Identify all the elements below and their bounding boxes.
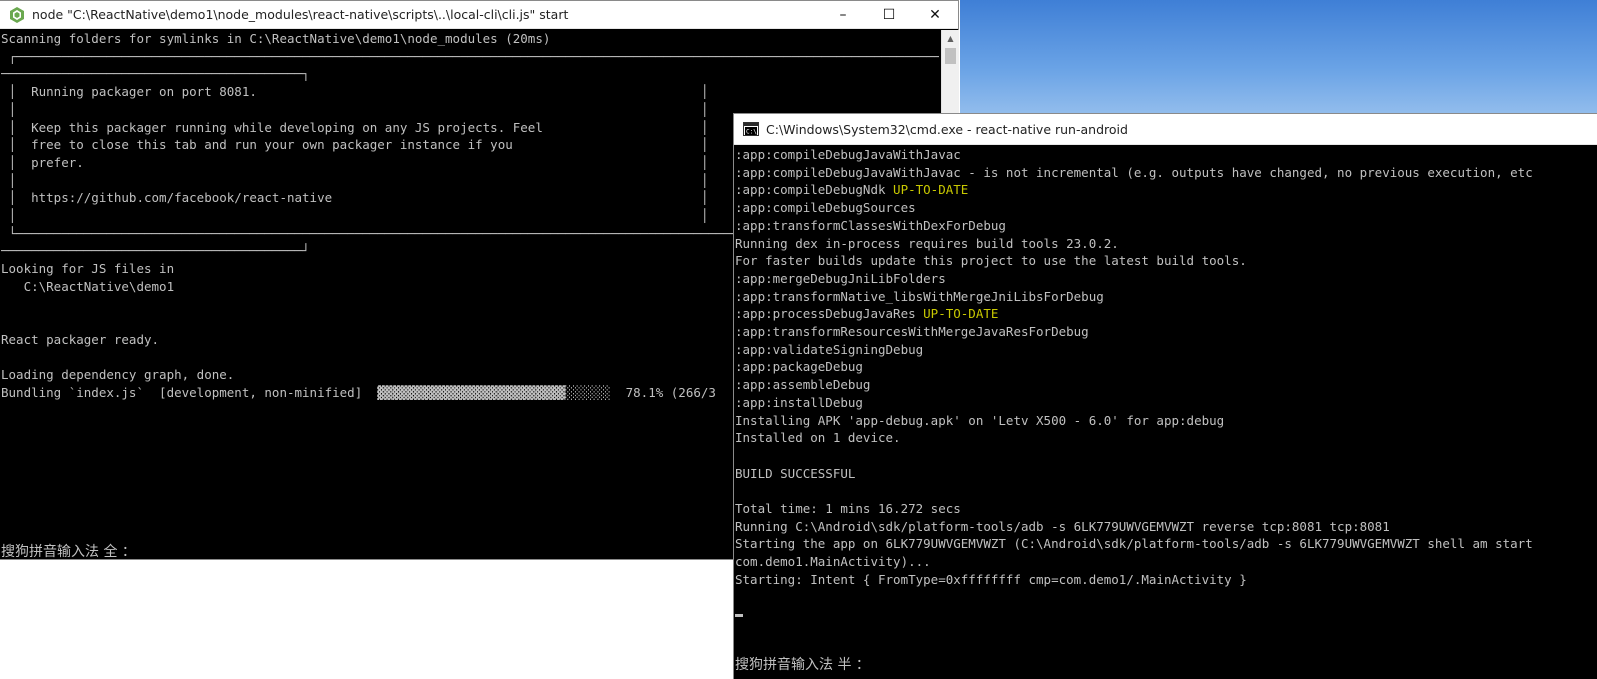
console-line: Starting: Intent { FromType=0xffffffff c… (735, 571, 1597, 589)
status-up-to-date: UP-TO-DATE (893, 182, 969, 198)
console-line-text: :app:transformNative_libsWithMergeJniLib… (735, 288, 1104, 304)
cmd-window-title: C:\Windows\System32\cmd.exe - react-nati… (766, 121, 1128, 137)
console-line: :app:compileDebugNdk UP-TO-DATE (735, 181, 1597, 199)
console-line-text: :app:packageDebug (735, 359, 863, 375)
console-line: :app:transformResourcesWithMergeJavaResF… (735, 323, 1597, 341)
console-line: :app:compileDebugSources (735, 199, 1597, 217)
console-line: :app:validateSigningDebug (735, 341, 1597, 359)
console-line-text: :app:installDebug (735, 394, 863, 410)
console-line-text: :app:transformResourcesWithMergeJavaResF… (735, 324, 1089, 340)
console-line-text: Installing APK 'app-debug.apk' on 'Letv … (735, 412, 1225, 428)
node-ime-status: 搜狗拼音输入法 全 ： (1, 544, 136, 560)
console-line: For faster builds update this project to… (735, 252, 1597, 270)
console-line: ────────────────────────────────────────… (1, 66, 310, 82)
console-line: Starting the app on 6LK779UWVGEMVWZT (C:… (735, 535, 1597, 553)
console-cursor (735, 606, 1597, 624)
console-line-text: :app:compileDebugSources (735, 200, 916, 216)
console-line: Running C:\Android\sdk/platform-tools/ad… (735, 518, 1597, 536)
minimize-button[interactable]: – (820, 1, 866, 29)
cmd-icon: C:\ (743, 121, 759, 137)
console-line: com.demo1.MainActivity)... (735, 553, 1597, 571)
close-button[interactable]: ✕ (912, 1, 958, 29)
console-line: Total time: 1 mins 16.272 secs (735, 500, 1597, 518)
status-up-to-date: UP-TO-DATE (923, 306, 999, 322)
console-line: :app:packageDebug (735, 358, 1597, 376)
console-line: :app:transformNative_libsWithMergeJniLib… (735, 288, 1597, 306)
cmd-console-output[interactable]: :app:compileDebugJavaWithJavac :app:compi… (735, 146, 1597, 646)
node-window-title: node "C:\ReactNative\demo1\node_modules\… (32, 7, 569, 22)
cmd-window-titlebar[interactable]: C:\ C:\Windows\System32\cmd.exe - react-… (734, 114, 1597, 145)
console-line-text: com.demo1.MainActivity)... (735, 554, 931, 570)
console-line: Installing APK 'app-debug.apk' on 'Letv … (735, 412, 1597, 430)
console-line: BUILD SUCCESSFUL (735, 465, 1597, 483)
console-line: │ Running packager on port 8081. │ (1, 84, 709, 100)
console-line-text: :app:mergeDebugJniLibFolders (735, 270, 946, 286)
console-line-text: :app:transformClassesWithDexForDebug (735, 217, 1006, 233)
console-line-text: Total time: 1 mins 16.272 secs (735, 501, 961, 517)
maximize-button[interactable]: ☐ (866, 1, 912, 29)
console-line: :app:installDebug (735, 394, 1597, 412)
console-line-text: :app:compileDebugNdk (735, 182, 894, 198)
console-line-text: Running C:\Android\sdk/platform-tools/ad… (735, 518, 1390, 534)
console-line-text: :app:compileDebugJavaWithJavac - is not … (735, 164, 1533, 180)
console-line: ┌───────────────────────────────────────… (1, 48, 939, 64)
svg-text:C:\: C:\ (746, 129, 757, 136)
console-line: Running dex in-process requires build to… (735, 235, 1597, 253)
cmd-ime-status: 搜狗拼音输入法 半 ： (735, 657, 870, 673)
console-line-text: :app:validateSigningDebug (735, 341, 924, 357)
console-line-text: :app:processDebugJavaRes (735, 306, 924, 322)
console-line: :app:processDebugJavaRes UP-TO-DATE (735, 305, 1597, 323)
console-line-text: For faster builds update this project to… (735, 253, 1247, 269)
console-line: :app:compileDebugJavaWithJavac (735, 146, 1597, 164)
console-line: Scanning folders for symlinks in C:\Reac… (1, 31, 551, 46)
cursor-block (735, 614, 743, 618)
console-line-text: Starting: Intent { FromType=0xffffffff c… (735, 571, 1247, 587)
console-line-text: Running dex in-process requires build to… (735, 235, 1119, 251)
nodejs-icon (9, 6, 25, 23)
scrollbar-thumb[interactable] (945, 48, 956, 64)
console-line: :app:compileDebugJavaWithJavac - is not … (735, 164, 1597, 182)
console-line: :app:mergeDebugJniLibFolders (735, 270, 1597, 288)
console-line-text: Installed on 1 device. (735, 430, 901, 446)
console-line-text: Starting the app on 6LK779UWVGEMVWZT (C:… (735, 536, 1533, 552)
cmd-window[interactable]: C:\ C:\Windows\System32\cmd.exe - react-… (733, 113, 1597, 679)
desktop-wallpaper (960, 0, 1597, 125)
node-window-titlebar[interactable]: node "C:\ReactNative\demo1\node_modules\… (0, 1, 958, 29)
console-line-text: :app:assembleDebug (735, 377, 871, 393)
console-line: Installed on 1 device. (735, 429, 1597, 447)
console-line-text: :app:compileDebugJavaWithJavac (735, 147, 961, 162)
console-line: :app:transformClassesWithDexForDebug (735, 217, 1597, 235)
scroll-up-arrow-icon[interactable]: ▲ (942, 30, 959, 47)
console-line: :app:assembleDebug (735, 376, 1597, 394)
console-line-text: BUILD SUCCESSFUL (735, 465, 856, 481)
